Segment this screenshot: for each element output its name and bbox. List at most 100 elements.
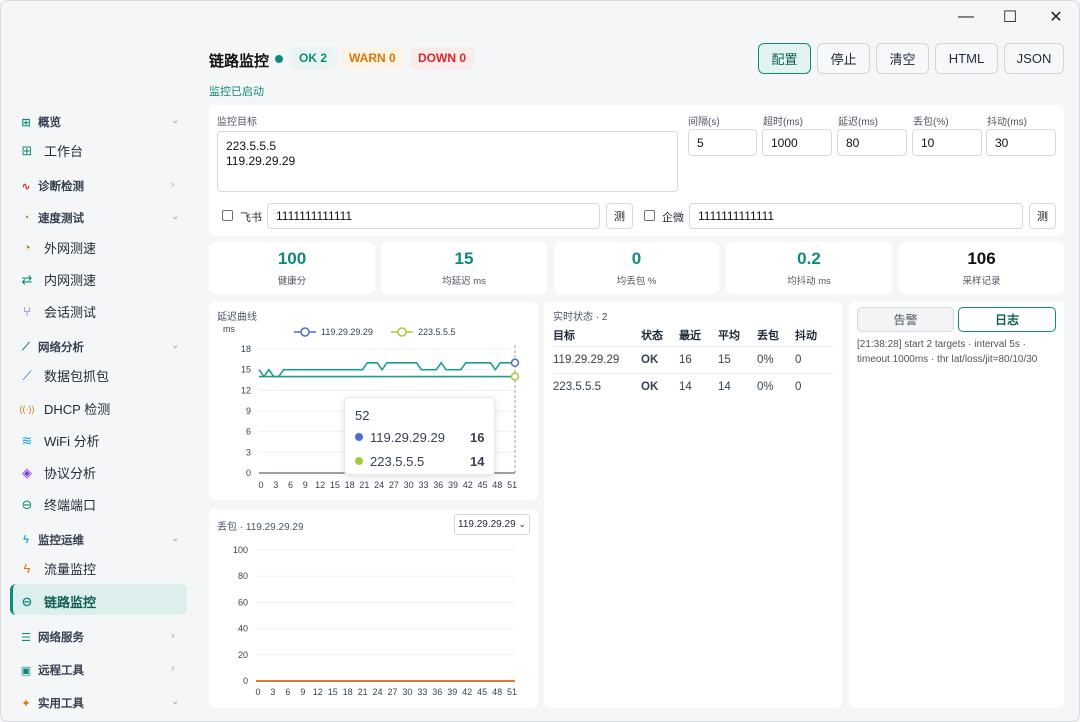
sidebar-item-capture[interactable]: ⟋ 数据包抓包 [19, 366, 109, 385]
nav-group-label: 监控运维 [38, 535, 84, 547]
interval-label: 间隔(s) [688, 117, 720, 128]
sidebar-item-traffic[interactable]: ϟ 流量监控 [19, 559, 96, 578]
maximize-button[interactable]: ☐ [987, 1, 1033, 33]
sidebar-item-wifi[interactable]: ≋ WiFi 分析 [19, 431, 100, 450]
sidebar-item-label: 流量监控 [44, 562, 97, 577]
trend-icon: ⟋ [22, 340, 30, 353]
tooltip-series-value: 16 [470, 430, 485, 445]
minimize-button[interactable]: — [943, 1, 989, 33]
layers-icon: ◈ [22, 464, 32, 480]
link-icon: ⊖ [21, 593, 33, 609]
nav-group-remote[interactable]: ▣ 远程工具 [19, 662, 84, 678]
table-row[interactable]: 223.5.5.5 OK 14 14 0% 0 [553, 372, 833, 400]
terminal-icon: ▣ [20, 664, 32, 677]
x-tick-label: 3 [270, 687, 275, 697]
nav-group-speed[interactable]: ◔ 速度测试 [19, 210, 84, 226]
wecom-webhook-input[interactable]: 1111111111111 [689, 203, 1023, 229]
close-button[interactable]: ✕ [1033, 1, 1079, 33]
gauge-icon: ◔ [23, 240, 31, 255]
table-row[interactable]: 119.29.29.29 OK 16 15 0% 0 [553, 345, 833, 373]
feishu-checkbox[interactable] [222, 210, 233, 221]
sidebar-item-ports[interactable]: ⊖ 终端端口 [19, 495, 96, 514]
jitter-threshold-input[interactable]: 30 [986, 129, 1056, 156]
grid-icon: ⊞ [21, 116, 31, 129]
y-tick-label: 6 [246, 427, 251, 437]
nav-group-monitoring[interactable]: ϟ 监控运维 [19, 532, 84, 548]
y-axis-unit: ms [223, 324, 235, 334]
latency-threshold-input[interactable]: 80 [837, 129, 907, 156]
interval-input[interactable]: 5 [688, 129, 757, 156]
y-tick-label: 9 [246, 406, 251, 416]
link-icon: ⊖ [21, 496, 33, 512]
x-tick-label: 6 [288, 480, 293, 490]
chevron-down-icon: ⌄ [171, 340, 180, 351]
sidebar-item-dhcp[interactable]: ((·)) DHCP 检测 [19, 399, 111, 418]
sidebar-item-protocol[interactable]: ◈ 协议分析 [19, 463, 96, 482]
stat-value: 106 [967, 249, 996, 268]
chevron-down-icon: ⌄ [171, 533, 180, 544]
sidebar-item-wan-speed[interactable]: ◔ 外网测速 [19, 238, 96, 257]
cell-status: OK [641, 345, 679, 373]
arrows-icon: ⇄ [21, 271, 33, 287]
column-header: 平均 [718, 329, 740, 342]
legend-label: 223.5.5.5 [418, 327, 456, 337]
x-tick-label: 42 [463, 480, 473, 490]
column-header: 丢包 [757, 329, 779, 342]
stop-button[interactable]: 停止 [817, 43, 870, 74]
tab-log[interactable]: 日志 [958, 307, 1056, 332]
nav-group-label: 概览 [38, 117, 61, 129]
nav-group-utilities[interactable]: ✦ 实用工具 [19, 695, 84, 711]
cell-target: 223.5.5.5 [553, 372, 641, 400]
wecom-test-button[interactable]: 测 [1029, 203, 1056, 229]
broadcast-icon: ((·)) [19, 403, 35, 414]
cell-recent: 16 [679, 345, 718, 373]
sidebar-item-lan-speed[interactable]: ⇄ 内网测速 [19, 270, 96, 289]
x-tick-label: 24 [374, 480, 384, 490]
stat-avg-latency: 15 均延迟 ms [381, 242, 547, 294]
loss-threshold-input[interactable]: 10 [912, 129, 982, 156]
y-tick-label: 40 [238, 624, 248, 634]
timeout-input[interactable]: 1000 [762, 129, 832, 156]
x-tick-label: 15 [330, 480, 340, 490]
nav-group-analysis[interactable]: ⟋ 网络分析 [19, 339, 84, 355]
stat-label: 健康分 [277, 276, 307, 287]
cell-average: 15 [718, 345, 757, 373]
y-tick-label: 15 [241, 365, 251, 375]
config-button[interactable]: 配置 [758, 43, 811, 74]
pulse-icon: ∿ [21, 180, 31, 193]
y-tick-label: 60 [238, 597, 248, 607]
cell-loss: 0% [757, 345, 795, 373]
y-tick-label: 0 [246, 468, 251, 478]
sidebar-item-label: 内网测速 [44, 273, 97, 288]
loss-chart: 0204060801000 3 6 9 12 15 18 21 24 27 30 33 36 39 42 45… [233, 545, 517, 697]
target-line: 223.5.5.5 [226, 139, 277, 153]
sidebar-item-workbench[interactable]: ⊞ 工作台 [19, 141, 83, 160]
tooltip-x: 52 [355, 408, 370, 423]
clear-button[interactable]: 清空 [876, 43, 929, 74]
stat-value: 0 [631, 249, 642, 268]
targets-textarea[interactable]: 223.5.5.5 119.29.29.29 [217, 131, 678, 192]
x-tick-label: 39 [447, 687, 457, 697]
x-tick-label: 18 [343, 687, 353, 697]
loss-label: 丢包(%) [913, 117, 949, 128]
x-tick-label: 0 [255, 687, 260, 697]
series-swatch [355, 433, 363, 441]
series-endpoint-marker [510, 358, 520, 368]
column-header: 最近 [679, 329, 701, 342]
nav-group-services[interactable]: ☰ 网络服务 [19, 629, 84, 645]
export-json-button[interactable]: JSON [1004, 43, 1064, 74]
feishu-webhook-input[interactable]: 1111111111111 [267, 203, 600, 229]
y-tick-label: 20 [238, 650, 248, 660]
sidebar-item-session-test[interactable]: ⑂ 会话测试 [19, 302, 96, 321]
nav-group-label: 实用工具 [38, 698, 84, 710]
stat-label: 均延迟 ms [442, 276, 486, 287]
nav-group-overview[interactable]: ⊞ 概览 [19, 114, 61, 130]
y-tick-label: 18 [241, 344, 251, 354]
feishu-test-button[interactable]: 测 [606, 203, 633, 229]
sidebar-item-link-monitor[interactable]: ⊖ 链路监控 [19, 592, 96, 611]
branch-icon: ⑂ [23, 304, 31, 319]
export-html-button[interactable]: HTML [935, 43, 998, 74]
nav-group-diagnostics[interactable]: ∿ 诊断检测 [19, 178, 84, 194]
wecom-checkbox[interactable] [644, 210, 655, 221]
tab-alerts[interactable]: 告警 [857, 307, 954, 332]
